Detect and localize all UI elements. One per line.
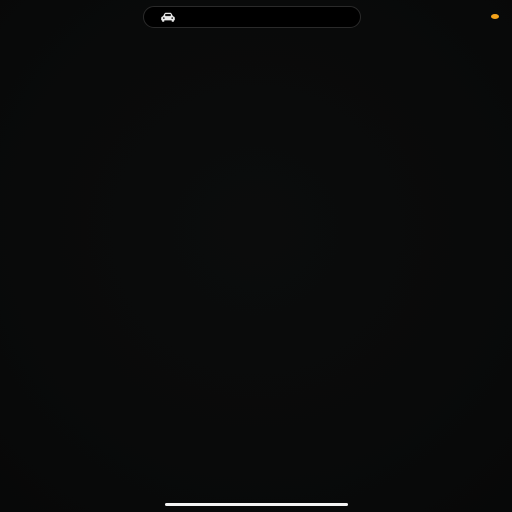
phone-screen xyxy=(0,0,512,512)
car-icon xyxy=(161,12,175,22)
home-indicator[interactable] xyxy=(165,503,348,506)
privacy-indicator-dot xyxy=(491,14,499,19)
